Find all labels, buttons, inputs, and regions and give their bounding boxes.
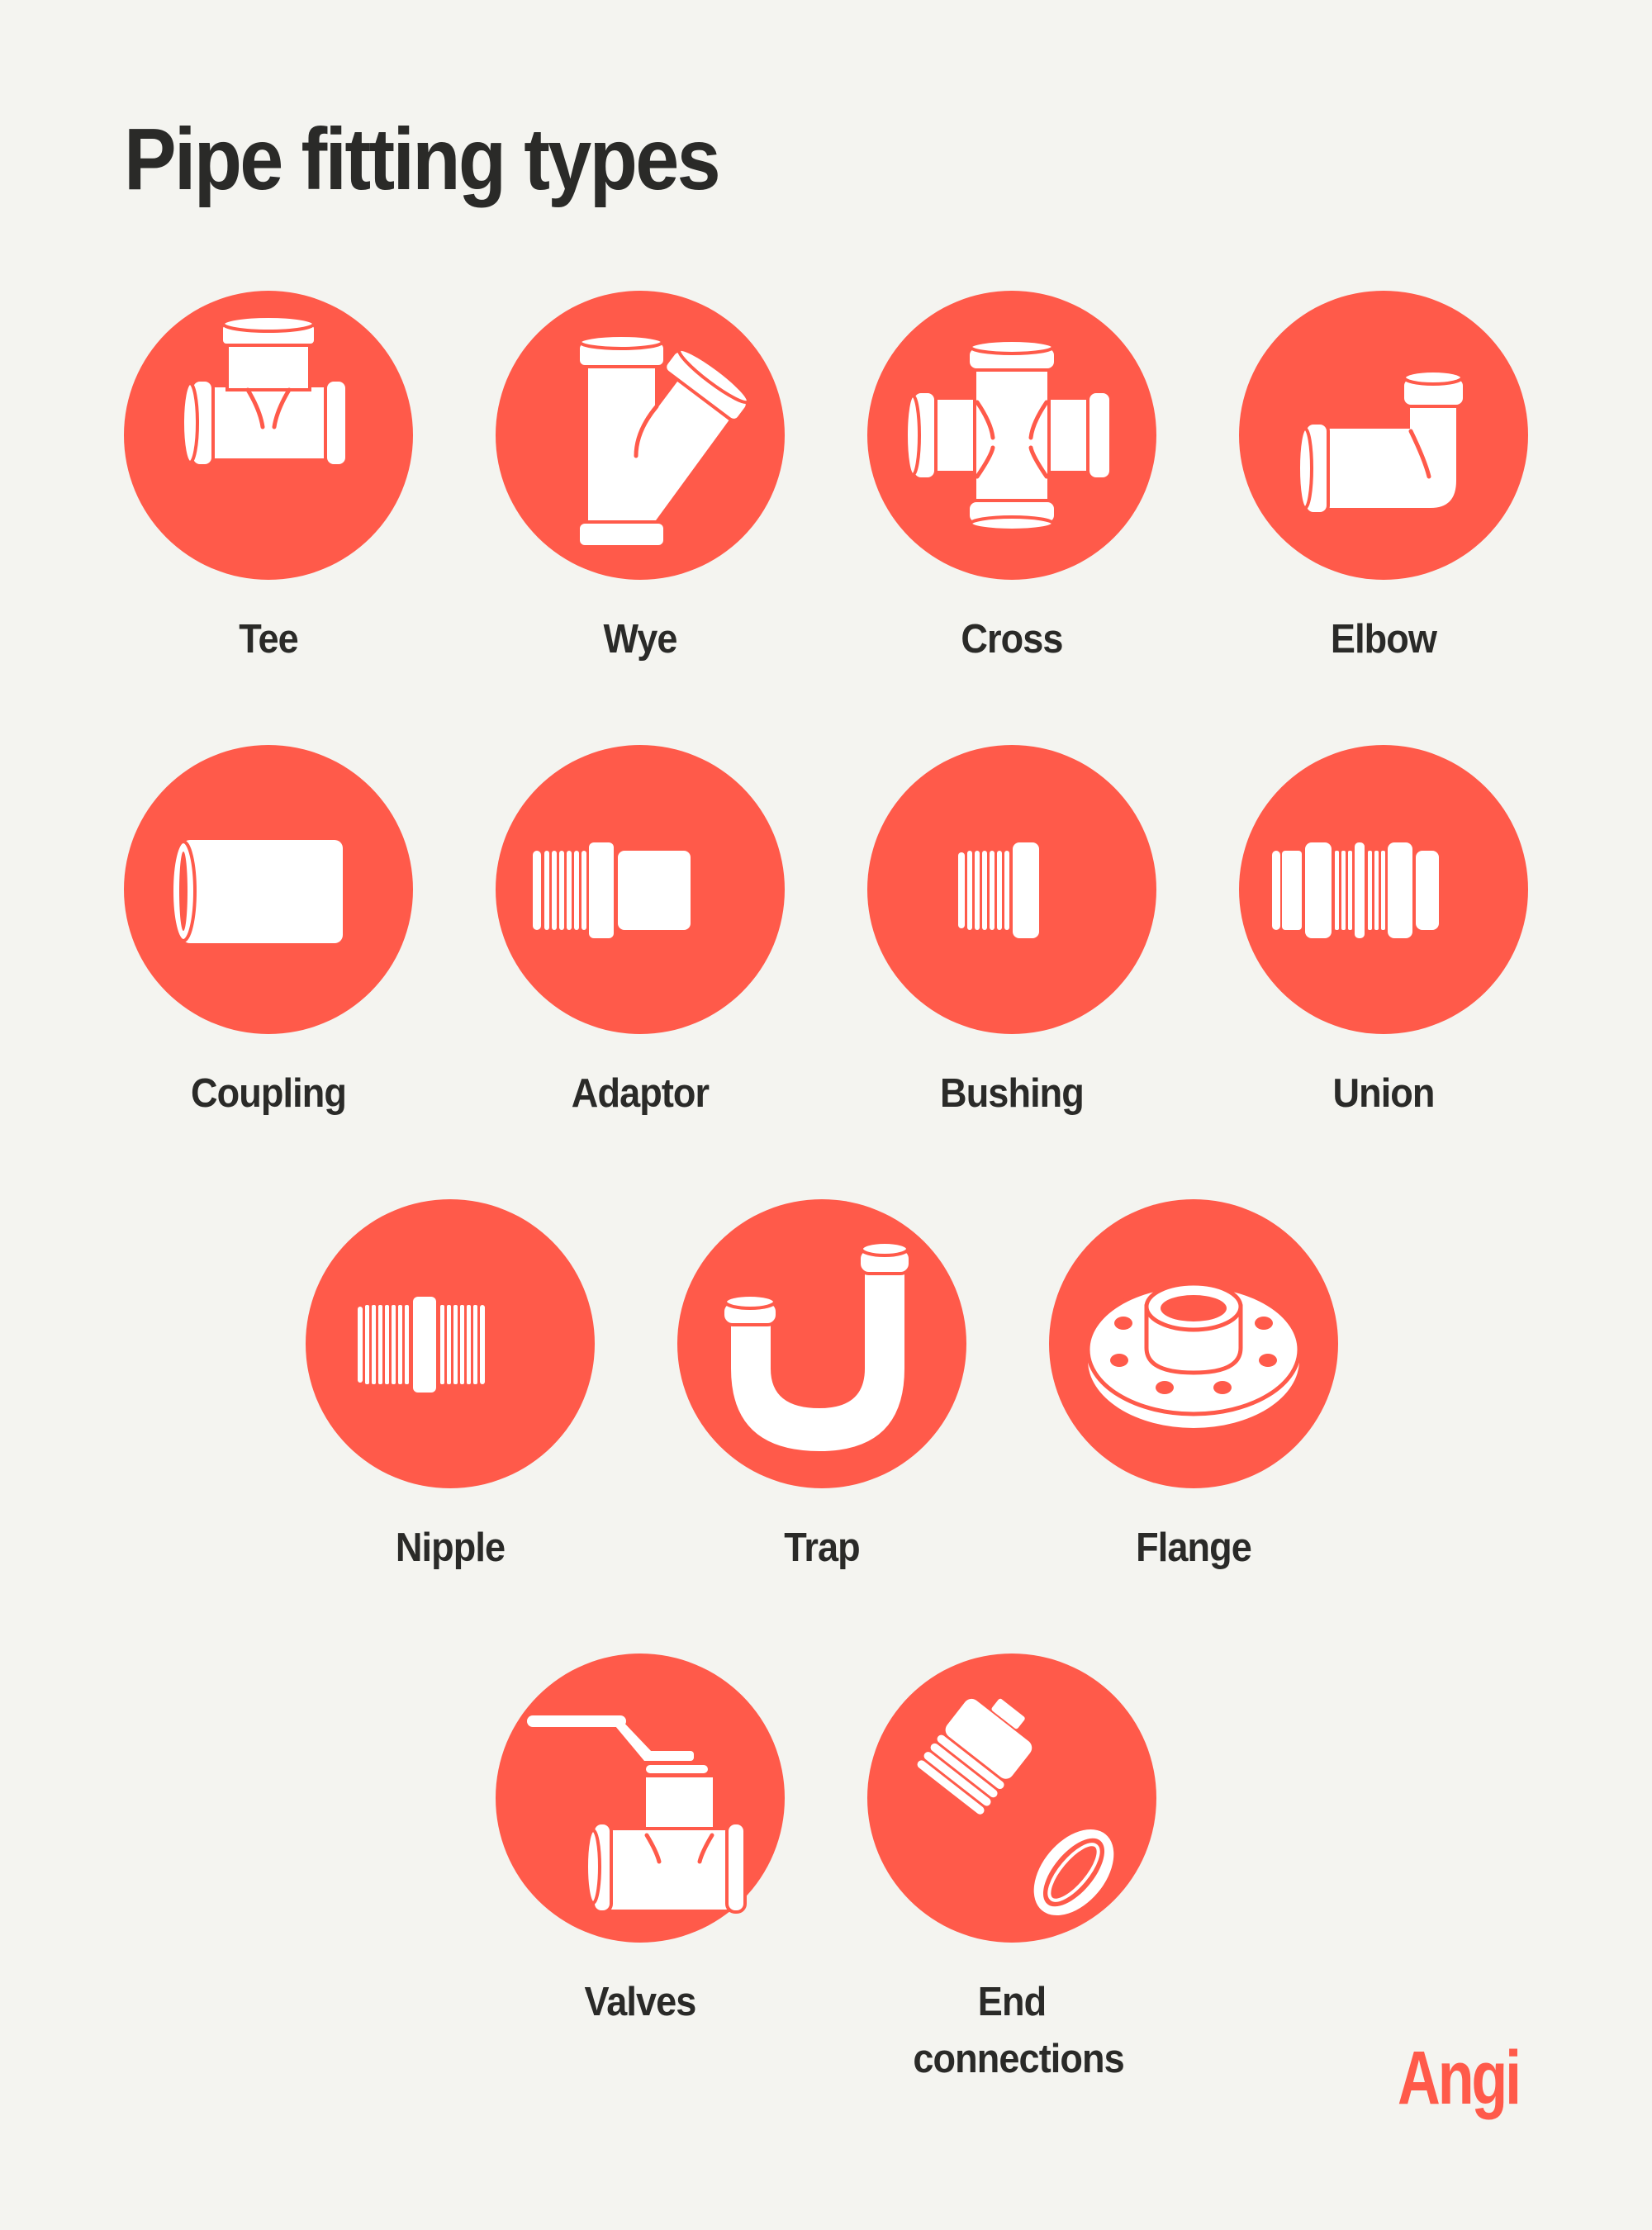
cross-icon: [904, 339, 1113, 532]
icon-circle: [496, 745, 785, 1034]
icon-circle: [496, 1654, 785, 1943]
icon-circle: [1049, 1199, 1338, 1488]
bushing-icon: [958, 842, 1039, 938]
fitting-item-adaptor: Adaptor: [496, 745, 785, 1122]
icon-circle: [677, 1199, 966, 1488]
fitting-item-valves: Valves: [496, 1654, 785, 2031]
nipple-icon: [358, 1297, 485, 1393]
fitting-item-cross: Cross: [867, 291, 1156, 668]
icon-circle: [124, 745, 413, 1034]
coupling-icon: [170, 840, 343, 943]
icon-circle: [867, 291, 1156, 580]
fitting-item-nipple: Nipple: [306, 1199, 595, 1577]
fitting-item-union: Union: [1239, 745, 1528, 1122]
fitting-label: Elbow: [1330, 617, 1437, 662]
icon-circle: [1239, 745, 1528, 1034]
fitting-label: End connections: [913, 1980, 1124, 2081]
fitting-label: Nipple: [395, 1525, 506, 1570]
icon-circle: [867, 745, 1156, 1034]
adaptor-icon: [533, 842, 691, 938]
fitting-label: Adaptor: [571, 1071, 710, 1116]
end-connections-icon: [917, 1698, 1114, 1916]
fitting-label: Tee: [239, 617, 299, 662]
wye-icon: [577, 334, 750, 548]
elbow-icon: [1297, 369, 1466, 515]
valve-icon: [527, 1715, 747, 1914]
icon-circle: [496, 291, 785, 580]
fitting-label: Cross: [961, 617, 1063, 662]
tee-icon: [181, 315, 349, 467]
angi-logo: Angi: [1398, 2036, 1521, 2120]
fitting-item-coupling: Coupling: [124, 745, 413, 1122]
fitting-item-wye: Wye: [496, 291, 785, 668]
fitting-item-trap: Trap: [677, 1199, 966, 1577]
fitting-label: Union: [1332, 1071, 1435, 1116]
fitting-item-tee: Tee: [124, 291, 413, 668]
fitting-item-elbow: Elbow: [1239, 291, 1528, 668]
fitting-label: Flange: [1136, 1525, 1252, 1570]
fitting-item-bushing: Bushing: [867, 745, 1156, 1122]
fitting-label: Bushing: [940, 1071, 1085, 1116]
fitting-label: Coupling: [191, 1071, 347, 1116]
fitting-item-end-connections: End connections: [867, 1654, 1156, 2087]
icon-circle: [867, 1654, 1156, 1943]
icon-circle: [306, 1199, 595, 1488]
icon-circle: [1239, 291, 1528, 580]
fitting-label: Wye: [603, 617, 677, 662]
fitting-item-flange: Flange: [1049, 1199, 1338, 1577]
fitting-label: Trap: [784, 1525, 860, 1570]
flange-icon: [1085, 1281, 1302, 1428]
icon-circle: [124, 291, 413, 580]
fitting-label: Valves: [584, 1980, 697, 2024]
trap-icon: [721, 1241, 912, 1451]
page-title: Pipe fitting types: [124, 111, 721, 208]
union-icon: [1272, 842, 1439, 938]
